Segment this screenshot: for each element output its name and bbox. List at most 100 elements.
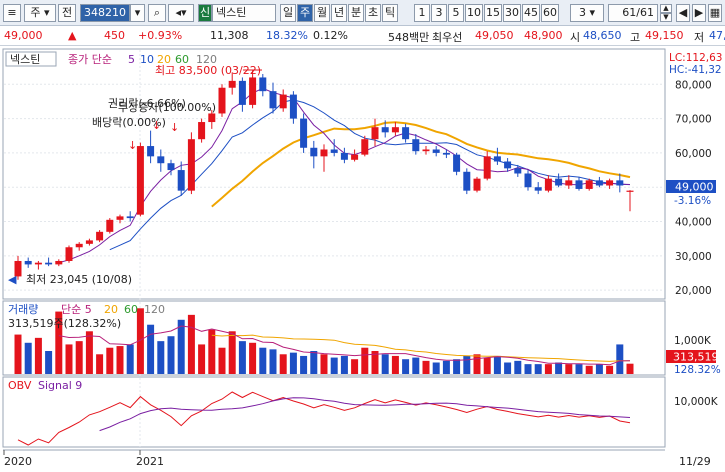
trade-amount: 548백만 bbox=[388, 31, 430, 44]
interval-button-1[interactable]: 1 bbox=[414, 4, 430, 22]
grid-icon[interactable]: ▦ bbox=[708, 4, 722, 22]
volume-bar bbox=[320, 354, 328, 374]
interval-button-3[interactable]: 3 bbox=[431, 4, 447, 22]
chart-area[interactable]: 넥스틴 종가 단순 5 10 20 60 120 최고 83,500 (03/2… bbox=[0, 47, 725, 469]
min-annotation-arrow: ◀ bbox=[8, 273, 17, 286]
candle-body bbox=[269, 91, 277, 109]
period-button-5[interactable]: 초 bbox=[365, 4, 381, 22]
x-label-2021: 2021 bbox=[136, 455, 164, 468]
interval-button-15[interactable]: 15 bbox=[484, 4, 502, 22]
interval-button-5[interactable]: 5 bbox=[448, 4, 464, 22]
period-button-0[interactable]: 일 bbox=[280, 4, 296, 22]
period-button-6[interactable]: 틱 bbox=[382, 4, 398, 22]
low-label: 저 bbox=[694, 31, 705, 44]
ma5-label: 5 bbox=[128, 53, 135, 66]
code-dropdown-icon[interactable]: ▾ bbox=[130, 4, 145, 22]
volume-bar bbox=[412, 357, 420, 374]
open-label: 시 bbox=[570, 31, 581, 44]
candle-body bbox=[371, 127, 379, 140]
volume-bar bbox=[340, 355, 348, 374]
candle-body bbox=[585, 180, 593, 189]
candle-body bbox=[422, 149, 430, 152]
stock-code-input[interactable]: 348210 bbox=[80, 4, 130, 22]
volume-bar bbox=[493, 355, 501, 374]
candle-body bbox=[147, 146, 155, 157]
y-tick-label: 60,000 bbox=[675, 148, 712, 160]
volume-bar bbox=[279, 354, 287, 374]
change-value: 450 bbox=[104, 29, 125, 42]
volume-bar bbox=[616, 344, 624, 374]
volume-bar bbox=[187, 314, 195, 374]
period-button-3[interactable]: 년 bbox=[331, 4, 347, 22]
y-tick-label: 40,000 bbox=[675, 217, 712, 229]
volume-bar bbox=[208, 329, 216, 374]
candle-body bbox=[279, 94, 287, 109]
candle-body bbox=[606, 180, 614, 186]
candle-body bbox=[157, 156, 165, 164]
chart-svg[interactable]: 넥스틴 종가 단순 5 10 20 60 120 최고 83,500 (03/2… bbox=[0, 47, 725, 469]
chart-type-select[interactable]: 주 ▾ bbox=[24, 4, 56, 22]
y-tick-label: 20,000 bbox=[675, 285, 712, 297]
extra-select[interactable]: 3 ▾ bbox=[570, 4, 604, 22]
volume-bar bbox=[463, 355, 471, 374]
candle-body bbox=[555, 178, 563, 186]
period-button-4[interactable]: 분 bbox=[348, 4, 364, 22]
candle-body bbox=[391, 127, 399, 133]
open-price: 48,650 bbox=[583, 29, 622, 42]
price-panel bbox=[2, 48, 666, 300]
volume-bar bbox=[106, 347, 114, 374]
candle-body bbox=[198, 122, 206, 140]
candle-body bbox=[65, 247, 73, 261]
low-price: 47, bbox=[709, 29, 725, 42]
candle-body bbox=[249, 77, 257, 105]
period-button-2[interactable]: 월 bbox=[314, 4, 330, 22]
volume-value-label: 313,519주(128.32%) bbox=[8, 317, 121, 330]
chart-menu-icon[interactable]: ≡ bbox=[3, 4, 21, 22]
y-tick-label: 70,000 bbox=[675, 114, 712, 126]
volume-bar bbox=[442, 360, 450, 374]
volume-bar bbox=[483, 357, 491, 374]
volume-bar bbox=[300, 355, 308, 374]
chart-type-label: 주 bbox=[30, 6, 41, 19]
volume-bar bbox=[381, 354, 389, 374]
high-label: 고 bbox=[630, 31, 641, 44]
interval-button-30[interactable]: 30 bbox=[503, 4, 521, 22]
volume-bar bbox=[595, 364, 603, 374]
volume-bar bbox=[524, 364, 532, 374]
stock-name-field[interactable]: 넥스틴 bbox=[212, 4, 276, 22]
candle-body bbox=[259, 77, 267, 92]
volume-bar bbox=[116, 346, 124, 374]
event-marker-1: ↓ bbox=[128, 139, 137, 152]
jeon-button[interactable]: 전 bbox=[58, 4, 76, 22]
candle-body bbox=[473, 178, 481, 191]
volume-current-text: 313,519 bbox=[673, 351, 719, 364]
volume-bar bbox=[249, 342, 257, 374]
interval-button-60[interactable]: 60 bbox=[541, 4, 559, 22]
page-up-button[interactable]: ▲ bbox=[660, 4, 672, 13]
change-percent: +0.93% bbox=[138, 29, 183, 42]
candle-body bbox=[442, 152, 450, 155]
next-button[interactable]: ▶ bbox=[692, 4, 706, 22]
candle-body bbox=[320, 149, 328, 157]
candle-body bbox=[544, 178, 552, 191]
current-price-tag-text: 49,000 bbox=[675, 181, 714, 194]
volume-bar bbox=[34, 337, 42, 374]
interval-button-45[interactable]: 45 bbox=[522, 4, 540, 22]
prev-button[interactable]: ◀ bbox=[676, 4, 690, 22]
search-icon[interactable]: ⌕ bbox=[148, 4, 166, 22]
candle-body bbox=[402, 127, 410, 140]
sound-icon[interactable]: ◂▾ bbox=[168, 4, 194, 22]
change-arrow: ▲ bbox=[68, 29, 77, 42]
volume-bar bbox=[259, 347, 267, 374]
candle-body bbox=[116, 216, 124, 220]
interval-button-10[interactable]: 10 bbox=[465, 4, 483, 22]
candle-body bbox=[187, 139, 195, 191]
volume-bar bbox=[565, 364, 573, 374]
candle-body bbox=[412, 139, 420, 152]
volume-bar bbox=[606, 365, 614, 374]
min-annotation: 최저 23,045 (10/08) bbox=[26, 273, 132, 286]
volume-bar bbox=[126, 344, 134, 374]
page-down-button[interactable]: ▼ bbox=[660, 13, 672, 22]
volume-bar bbox=[218, 347, 226, 374]
period-button-1[interactable]: 주 bbox=[297, 4, 313, 22]
